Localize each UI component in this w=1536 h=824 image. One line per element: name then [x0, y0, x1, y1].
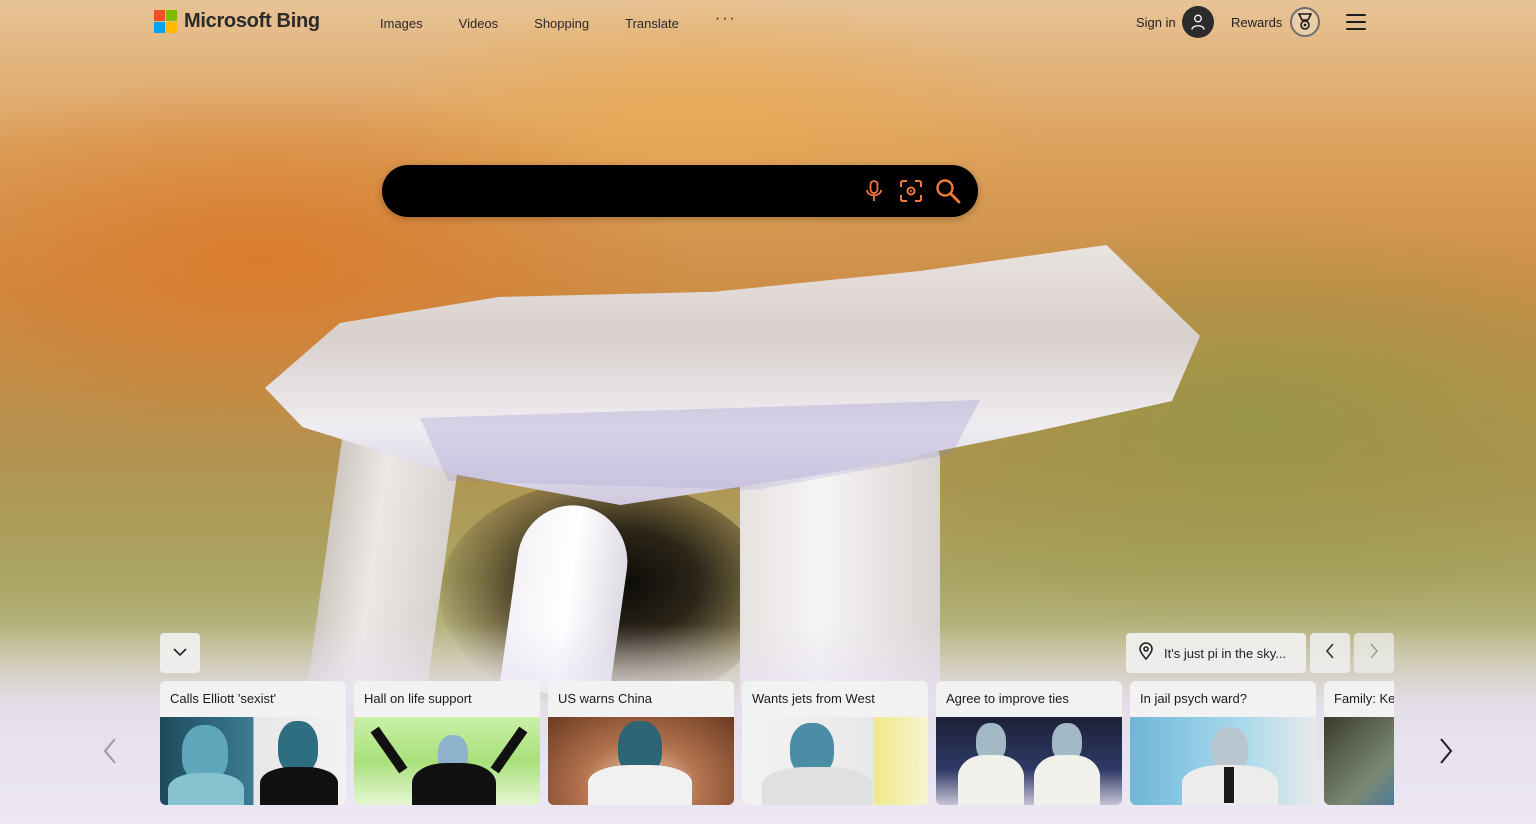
news-card-thumbnail	[160, 717, 346, 805]
news-card-title: Wants jets from West	[742, 681, 928, 717]
visual-search-icon[interactable]	[897, 177, 925, 205]
brand-name: Microsoft Bing	[184, 10, 320, 32]
chevron-left-icon	[1325, 642, 1335, 664]
nav-more-button[interactable]: ···	[697, 11, 755, 33]
map-pin-icon	[1138, 641, 1154, 665]
image-info-button[interactable]: It's just pi in the sky...	[1126, 633, 1306, 673]
medal-icon	[1290, 7, 1321, 37]
news-carousel: Calls Elliott 'sexist' Hall on life supp…	[160, 681, 1394, 805]
news-card-title: In jail psych ward?	[1130, 681, 1316, 717]
collapse-feed-button[interactable]	[160, 633, 200, 673]
sign-in-label: Sign in	[1136, 14, 1176, 30]
news-card[interactable]: Calls Elliott 'sexist'	[160, 681, 346, 805]
news-card[interactable]: Agree to improve ties	[936, 681, 1122, 805]
logo-square-blue	[154, 22, 165, 33]
news-card[interactable]: Wants jets from West	[742, 681, 928, 805]
news-card-thumbnail	[1324, 717, 1394, 805]
image-info-label: It's just pi in the sky...	[1164, 645, 1287, 661]
news-card[interactable]: US warns China	[548, 681, 734, 805]
chevron-right-icon	[1439, 737, 1453, 770]
news-card-title: Family: Ke	[1324, 681, 1394, 717]
news-card-title: US warns China	[548, 681, 734, 717]
chevron-left-icon	[103, 737, 117, 770]
logo-square-green	[166, 10, 177, 21]
nav-shopping[interactable]: Shopping	[516, 15, 607, 33]
news-card-thumbnail	[354, 717, 540, 805]
next-image-button[interactable]	[1354, 633, 1394, 673]
nav-videos[interactable]: Videos	[441, 15, 517, 33]
news-card-thumbnail	[742, 717, 928, 805]
logo-square-red	[154, 10, 165, 21]
news-card-thumbnail	[1130, 717, 1316, 805]
news-card-title: Calls Elliott 'sexist'	[160, 681, 346, 717]
bing-logo[interactable]: Microsoft Bing	[154, 10, 320, 33]
news-card[interactable]: Family: Ke	[1324, 681, 1394, 805]
search-box	[382, 165, 978, 217]
hamburger-icon[interactable]	[1344, 12, 1368, 32]
rewards-label: Rewards	[1231, 14, 1283, 30]
menu-line	[1346, 28, 1366, 30]
microphone-icon[interactable]	[860, 177, 888, 205]
chevron-right-icon	[1369, 642, 1379, 664]
chevron-down-icon	[173, 644, 187, 662]
news-card-title: Agree to improve ties	[936, 681, 1122, 717]
user-icon	[1181, 6, 1214, 38]
search-input[interactable]	[404, 177, 844, 205]
news-card[interactable]: In jail psych ward?	[1130, 681, 1316, 805]
logo-square-yellow	[166, 22, 177, 33]
nav-translate[interactable]: Translate	[607, 15, 697, 33]
top-nav: Images Videos Shopping Translate ···	[362, 11, 755, 33]
previous-image-button[interactable]	[1310, 633, 1350, 673]
news-card-thumbnail	[936, 717, 1122, 805]
news-card-thumbnail	[548, 717, 734, 805]
nav-images[interactable]: Images	[362, 15, 441, 33]
news-card-title: Hall on life support	[354, 681, 540, 717]
sign-in-button[interactable]: Sign in	[1136, 6, 1214, 38]
microsoft-logo-icon	[154, 10, 177, 33]
menu-line	[1346, 21, 1366, 23]
carousel-previous-button[interactable]	[98, 735, 122, 771]
rewards-button[interactable]: Rewards	[1231, 7, 1321, 37]
carousel-next-button[interactable]	[1434, 735, 1458, 771]
menu-line	[1346, 14, 1366, 16]
search-icon[interactable]	[934, 177, 962, 205]
news-card[interactable]: Hall on life support	[354, 681, 540, 805]
